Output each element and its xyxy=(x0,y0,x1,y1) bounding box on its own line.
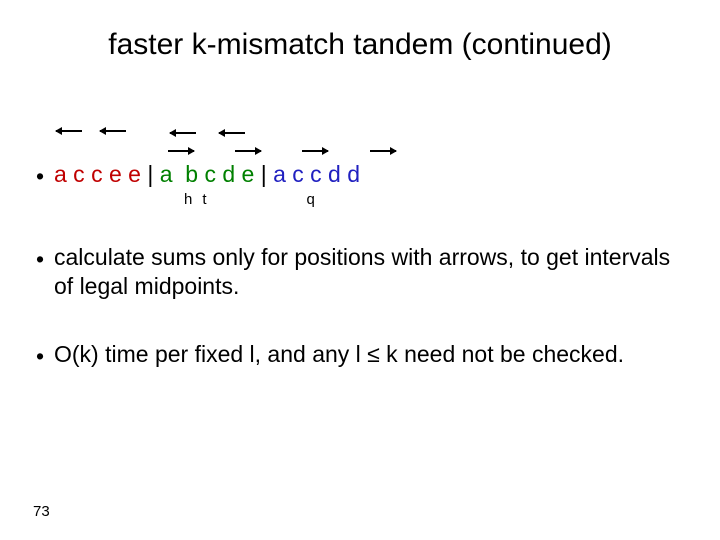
arrow-left-icon xyxy=(100,130,126,132)
arrow-left-icon xyxy=(56,130,82,132)
arrow-right-icon xyxy=(235,150,261,152)
bullet-sequence: • a c c e e | a b c d e | a c c d d xyxy=(36,160,684,191)
slide-title: faster k-mismatch tandem (continued) xyxy=(0,28,720,62)
anno-h: h xyxy=(184,191,192,208)
anno-t: t xyxy=(202,191,206,208)
arrow-left-icon xyxy=(219,132,245,134)
sequence-text: a c c e e | a b c d e | a c c d d xyxy=(54,160,684,189)
arrow-left-icon xyxy=(170,132,196,134)
page-number: 73 xyxy=(33,503,50,520)
arrow-right-icon xyxy=(370,150,396,152)
annotation-row: ht q xyxy=(54,191,315,208)
seq-bar1: | xyxy=(141,161,160,187)
anno-q: q xyxy=(307,191,315,208)
bullet-calc: • calculate sums only for positions with… xyxy=(36,243,684,301)
arrow-right-icon xyxy=(168,150,194,152)
bullet-ok: • O(k) time per fixed l, and any l ≤ k n… xyxy=(36,340,684,371)
seq-seg2: a b c d e xyxy=(160,161,255,187)
seq-seg1: a c c e e xyxy=(54,161,141,187)
seq-bar2: | xyxy=(254,161,273,187)
bullet-dot-icon: • xyxy=(36,160,54,191)
bullet-ok-text: O(k) time per fixed l, and any l ≤ k nee… xyxy=(54,340,684,369)
arrow-right-icon xyxy=(302,150,328,152)
bullet-dot-icon: • xyxy=(36,243,54,274)
seq-seg3: a c c d d xyxy=(273,161,360,187)
bullet-calc-text: calculate sums only for positions with a… xyxy=(54,243,684,301)
bullet-dot-icon: • xyxy=(36,340,54,371)
